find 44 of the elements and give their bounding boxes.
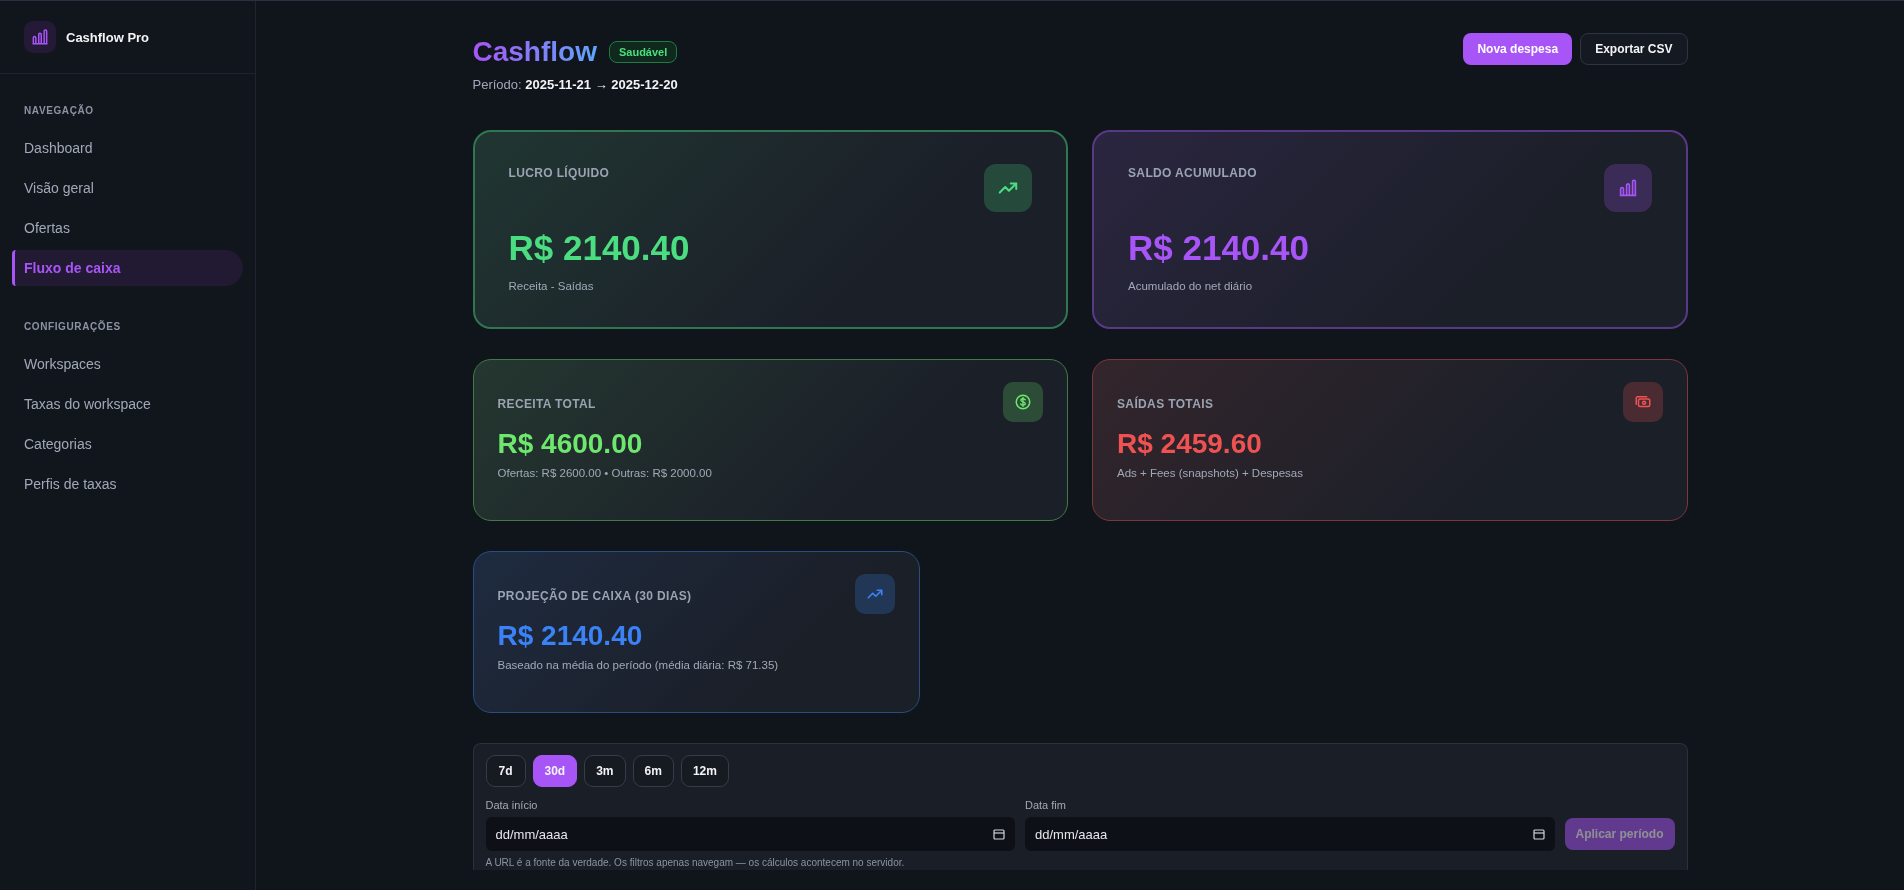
nav-item[interactable]: Fluxo de caixa [12,250,243,286]
period-preset-button[interactable]: 3m [584,755,626,787]
section-heading: NAVEGAÇÃO [23,105,95,116]
stat-note: Acumulado do net diário [1128,279,1254,292]
stat-value: R$ 2459.60 [1117,427,1263,461]
nav-item[interactable]: Perfis de taxas [12,466,243,502]
period-preset-button[interactable]: 12m [680,755,729,787]
period-preset-button[interactable]: 7d [485,755,526,787]
calendar-icon[interactable] [1532,828,1545,840]
nav-item[interactable]: Categorias [12,426,243,462]
stat-note: Baseado na média do período (média diária: R$ 71.35) [497,659,780,671]
stat-value: R$ 4600.00 [497,427,644,461]
section-heading: CONFIGURAÇÕES [23,321,122,332]
stat-label: PROJEÇÃO DE CAIXA (30 DIAS) [497,589,692,603]
app-name: Cashflow Pro [66,29,150,45]
nav-item[interactable]: Visão geral [12,170,243,206]
calendar-icon[interactable] [993,828,1005,840]
nav-item[interactable]: Workspaces [12,346,243,382]
dollar-coin-icon [1014,393,1032,411]
period-preset-button[interactable]: 30d [532,755,578,787]
stat-value: R$ 2140.40 [1128,227,1310,269]
stat-label: RECEITA TOTAL [497,397,596,411]
period-preset-button[interactable]: 6m [632,755,674,787]
stat-note: Ads + Fees (snapshots) + Despesas [1117,467,1304,479]
date-field[interactable]: dd/mm/aaaa [1025,817,1555,851]
field-label: Data início [485,799,539,811]
date-field[interactable]: dd/mm/aaaa [485,817,1015,851]
stat-note: Receita - Saídas [508,279,595,292]
bar-chart-icon [30,27,50,47]
field-label: Data fim [1025,799,1067,811]
stat-label: SAÍDAS TOTAIS [1117,397,1214,411]
status-badge: Saudável [608,41,678,63]
export-button[interactable]: Exportar CSV [1580,33,1688,65]
period-text: Período: 2025-11-21 → 2025-12-20 [472,77,678,92]
stat-label: SALDO ACUMULADO [1128,166,1257,180]
stat-note: Ofertas: R$ 2600.00 • Outras: R$ 2000.00 [497,467,713,479]
nav-item[interactable]: Ofertas [12,210,243,246]
new-expense-button[interactable]: Nova despesa [1463,33,1573,65]
footnote-text: A URL é a fonte da verdade. Os filtros apenas navegam — os cálculos acontecem no servidor. [485,857,905,868]
nav-item[interactable]: Taxas do workspace [12,386,243,422]
nav-item[interactable]: Dashboard [12,130,243,166]
stat-value: R$ 2140.40 [508,227,691,269]
stat-value: R$ 2140.40 [497,619,644,653]
stat-label: LUCRO LÍQUIDO [508,166,610,180]
